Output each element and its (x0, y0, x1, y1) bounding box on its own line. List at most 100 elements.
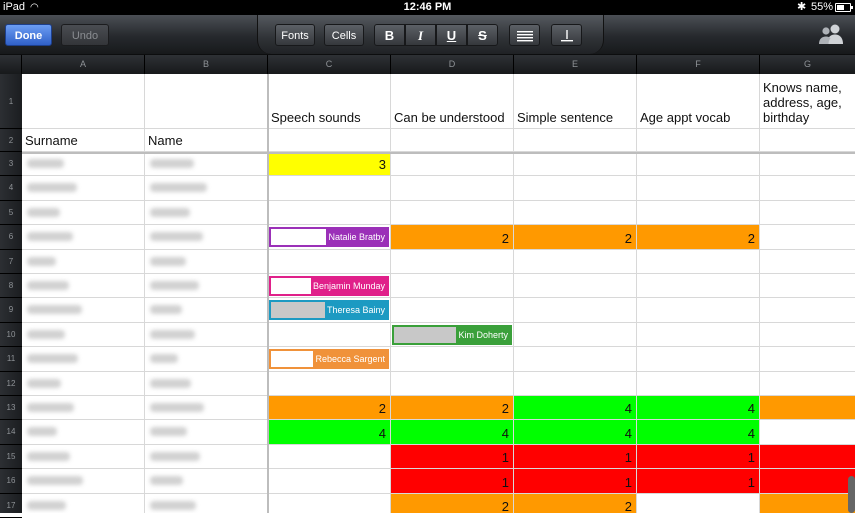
cell-b16[interactable] (145, 469, 268, 494)
cell-g13[interactable] (760, 396, 855, 421)
cell-a16[interactable] (22, 469, 145, 494)
cell-f17[interactable] (637, 493, 760, 513)
cell-f15[interactable]: 1 (637, 444, 760, 470)
cell-g2[interactable] (760, 129, 855, 152)
cell-a8[interactable] (22, 274, 145, 299)
row-header-17[interactable]: 17 (0, 494, 22, 518)
collaborator-badge[interactable]: Rebecca Sargent (269, 349, 389, 370)
cell-c13[interactable]: 2 (268, 396, 391, 421)
collaborators-icon[interactable] (818, 22, 844, 46)
cell-e6[interactable]: 2 (514, 225, 637, 250)
header-corner[interactable] (0, 55, 22, 74)
cell-e10[interactable] (514, 322, 637, 348)
cell-c10[interactable] (268, 322, 391, 348)
cell-d9[interactable] (391, 298, 514, 323)
cell-c14[interactable]: 4 (268, 420, 391, 445)
done-button[interactable]: Done (5, 24, 52, 46)
cell-e2[interactable] (514, 129, 637, 152)
cell-b6[interactable] (145, 225, 268, 250)
cell-g6[interactable] (760, 225, 855, 250)
cells-button[interactable]: Cells (324, 24, 364, 46)
cell-b12[interactable] (145, 371, 268, 396)
cell-g9[interactable] (760, 298, 855, 323)
cell-d7[interactable] (391, 249, 514, 274)
row-header-15[interactable]: 15 (0, 445, 22, 470)
row-header-3[interactable]: 3 (0, 152, 22, 177)
row-header-5[interactable]: 5 (0, 201, 22, 226)
cell-g14[interactable] (760, 420, 855, 445)
cell-e14[interactable]: 4 (514, 420, 637, 445)
collaborator-badge[interactable]: Benjamin Munday (269, 276, 389, 296)
cell-f13[interactable]: 4 (637, 396, 760, 421)
cell-a6[interactable] (22, 225, 145, 250)
cell-e17[interactable]: 2 (514, 493, 637, 513)
cell-e1[interactable]: Simple sentence (514, 74, 637, 129)
collaborator-badge[interactable]: Theresa Bainy (269, 300, 389, 321)
cell-d2[interactable] (391, 129, 514, 152)
cell-d17[interactable]: 2 (391, 493, 514, 513)
cell-d3[interactable] (391, 152, 514, 177)
row-header-13[interactable]: 13 (0, 396, 22, 421)
cell-a1[interactable] (22, 74, 145, 129)
cell-g1[interactable]: Knows name, address, age, birthday (760, 74, 855, 129)
cell-f3[interactable] (637, 152, 760, 177)
cell-b14[interactable] (145, 420, 268, 445)
cell-e11[interactable] (514, 347, 637, 372)
cell-c2[interactable] (268, 129, 391, 152)
vertical-scrollbar[interactable] (848, 476, 855, 513)
cell-a2[interactable]: Surname (22, 129, 145, 152)
row-header-12[interactable]: 12 (0, 372, 22, 396)
column-header-e[interactable]: E (514, 55, 637, 74)
column-header-c[interactable]: C (268, 55, 391, 74)
cell-g10[interactable] (760, 323, 855, 348)
column-header-a[interactable]: A (22, 55, 145, 74)
cell-f12[interactable] (637, 371, 760, 396)
row-header-10[interactable]: 10 (0, 323, 22, 348)
cell-a17[interactable] (22, 493, 145, 513)
cell-a15[interactable] (22, 444, 145, 470)
cell-a9[interactable] (22, 298, 145, 323)
cell-c12[interactable] (268, 371, 391, 396)
column-header-d[interactable]: D (391, 55, 514, 74)
collaborator-badge[interactable]: Natalie Bratby (269, 227, 389, 248)
row-header-7[interactable]: 7 (0, 250, 22, 274)
cell-e3[interactable] (514, 152, 637, 177)
cell-c15[interactable] (268, 444, 391, 470)
cell-d1[interactable]: Can be understood (391, 74, 514, 129)
cell-e16[interactable]: 1 (514, 469, 637, 494)
cell-c16[interactable] (268, 469, 391, 494)
cell-f6[interactable]: 2 (637, 225, 760, 250)
cell-d6[interactable]: 2 (391, 225, 514, 250)
align-button[interactable] (509, 24, 540, 46)
column-header-g[interactable]: G (760, 55, 855, 74)
cell-e15[interactable]: 1 (514, 444, 637, 470)
cell-g4[interactable] (760, 176, 855, 201)
cell-b7[interactable] (145, 249, 268, 274)
cell-a13[interactable] (22, 396, 145, 421)
cell-b2[interactable]: Name (145, 129, 268, 152)
cell-c1[interactable]: Speech sounds (268, 74, 391, 129)
cell-f1[interactable]: Age appt vocab (637, 74, 760, 129)
cell-d12[interactable] (391, 371, 514, 396)
cell-c7[interactable] (268, 249, 391, 274)
cell-c3[interactable]: 3 (268, 152, 391, 177)
cell-d16[interactable]: 1 (391, 469, 514, 494)
cell-g12[interactable] (760, 372, 855, 396)
cell-g16[interactable] (760, 469, 855, 494)
bold-button[interactable]: B (374, 24, 405, 46)
cell-c4[interactable] (268, 176, 391, 201)
cell-d11[interactable] (391, 347, 514, 372)
cell-b5[interactable] (145, 200, 268, 226)
cell-a14[interactable] (22, 420, 145, 445)
cell-a7[interactable] (22, 249, 145, 274)
cell-g11[interactable] (760, 347, 855, 372)
cell-g17[interactable] (760, 493, 855, 513)
italic-button[interactable]: I (405, 24, 436, 46)
cell-d14[interactable]: 4 (391, 420, 514, 445)
row-header-8[interactable]: 8 (0, 274, 22, 299)
cell-e4[interactable] (514, 176, 637, 201)
cell-b15[interactable] (145, 444, 268, 470)
cell-a4[interactable] (22, 176, 145, 201)
cell-f7[interactable] (637, 249, 760, 274)
row-header-6[interactable]: 6 (0, 225, 22, 250)
